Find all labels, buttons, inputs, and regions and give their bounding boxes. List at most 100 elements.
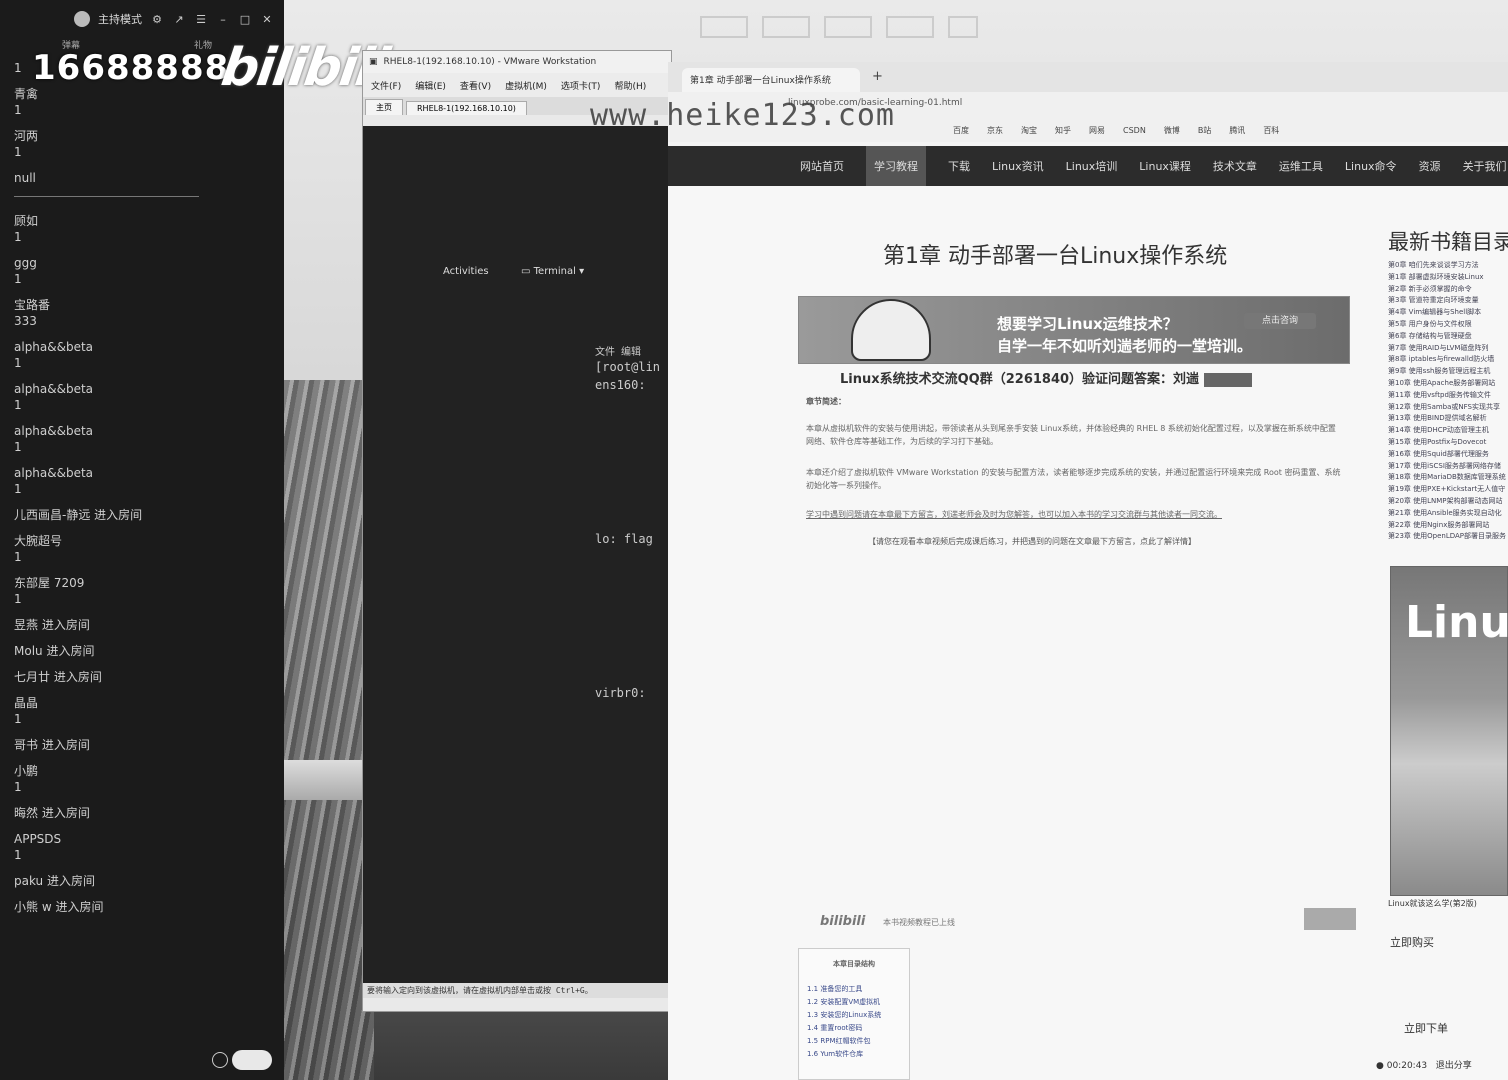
- chat-username[interactable]: 宝路番: [14, 297, 276, 313]
- send-button[interactable]: [232, 1050, 272, 1070]
- menu-vm[interactable]: 虚拟机(M): [505, 79, 547, 92]
- bookmark-item[interactable]: B站: [1198, 125, 1212, 136]
- article-paragraph[interactable]: 学习中遇到问题请在本章最下方留言，刘遄老师会及时为您解答，也可以加入本书的学习交…: [806, 508, 1341, 521]
- tab-vm[interactable]: RHEL8-1(192.168.10.10): [406, 101, 527, 115]
- site-nav-item[interactable]: 下载: [948, 158, 970, 174]
- promo-consult-button[interactable]: 点击咨询: [1244, 313, 1316, 329]
- book-caption[interactable]: Linux就该这么学(第2版): [1388, 898, 1477, 909]
- article-note[interactable]: 【请您在观看本章视频后完成课后练习，并把遇到的问题在文章最下方留言，点此了解详情…: [868, 536, 1196, 547]
- sidebar-chapter-link[interactable]: 第4章 Vim编辑器与Shell脚本: [1388, 307, 1508, 319]
- sidebar-chapter-link[interactable]: 第17章 使用iSCSI服务部署网络存储: [1388, 461, 1508, 473]
- bookmark-item[interactable]: 网易: [1089, 125, 1105, 136]
- chat-username[interactable]: alpha&&beta: [14, 465, 276, 481]
- video-embed[interactable]: bilibili 本书视频教程已上线: [808, 886, 1358, 938]
- menu-icon[interactable]: ☰: [194, 13, 208, 26]
- chat-username[interactable]: 小熊 w 进入房间: [14, 899, 276, 915]
- settings-icon[interactable]: ⚙: [150, 13, 164, 26]
- host-avatar[interactable]: [74, 11, 90, 27]
- tab-home[interactable]: 主页: [365, 99, 403, 115]
- chat-username[interactable]: 晦然 进入房间: [14, 805, 276, 821]
- sidebar-chapter-link[interactable]: 第21章 使用Ansible服务实现自动化: [1388, 508, 1508, 520]
- sidebar-chapter-link[interactable]: 第18章 使用MariaDB数据库管理系统: [1388, 472, 1508, 484]
- site-nav-item[interactable]: 关于我们: [1463, 158, 1507, 174]
- site-nav-item[interactable]: 网站首页: [800, 158, 844, 174]
- sidebar-chapter-link[interactable]: 第11章 使用vsftpd服务传输文件: [1388, 390, 1508, 402]
- sidebar-chapter-link[interactable]: 第23章 使用OpenLDAP部署目录服务: [1388, 531, 1508, 543]
- chat-username[interactable]: 大腕超号: [14, 533, 276, 549]
- toc-item[interactable]: 1.1 准备您的工具: [799, 983, 909, 996]
- video-play-button[interactable]: [1304, 908, 1356, 930]
- site-nav-item[interactable]: 运维工具: [1279, 158, 1323, 174]
- toc-item[interactable]: 1.3 安装您的Linux系统: [799, 1009, 909, 1022]
- gnome-terminal-menu[interactable]: ▭ Terminal ▾: [521, 266, 584, 277]
- sidebar-chapter-link[interactable]: 第22章 使用Nginx服务部署网站: [1388, 520, 1508, 532]
- bookmark-item[interactable]: 百度: [953, 125, 969, 136]
- sidebar-chapter-link[interactable]: 第19章 使用PXE+Kickstart无人值守: [1388, 484, 1508, 496]
- sidebar-chapter-link[interactable]: 第14章 使用DHCP动态管理主机: [1388, 425, 1508, 437]
- sidebar-chapter-link[interactable]: 第3章 管道符重定向环境变量: [1388, 295, 1508, 307]
- vm-console-screen[interactable]: Activities ▭ Terminal ▾ 文件 编辑 [root@lin …: [363, 126, 671, 998]
- promo-banner[interactable]: 想要学习Linux运维技术？ 自学一年不如听刘遄老师的一堂培训。 点击咨询: [798, 296, 1350, 364]
- menu-help[interactable]: 帮助(H): [614, 79, 646, 92]
- chat-username[interactable]: alpha&&beta: [14, 381, 276, 397]
- sidebar-chapter-link[interactable]: 第13章 使用BIND提供域名解析: [1388, 413, 1508, 425]
- chat-username[interactable]: 顾如: [14, 213, 276, 229]
- sidebar-chapter-link[interactable]: 第9章 使用ssh服务管理远程主机: [1388, 366, 1508, 378]
- popout-icon[interactable]: ↗: [172, 13, 186, 26]
- toc-item[interactable]: 1.5 RPM红帽软件包: [799, 1035, 909, 1048]
- chat-username[interactable]: 晶晶: [14, 695, 276, 711]
- sidebar-chapter-link[interactable]: 第15章 使用Postfix与Dovecot: [1388, 437, 1508, 449]
- sidebar-chapter-link[interactable]: 第20章 使用LNMP架构部署动态网站: [1388, 496, 1508, 508]
- book-cover-image[interactable]: Linux: [1390, 566, 1508, 896]
- bookmark-item[interactable]: 京东: [987, 125, 1003, 136]
- menu-edit[interactable]: 编辑(E): [415, 79, 446, 92]
- chat-username[interactable]: 哥书 进入房间: [14, 737, 276, 753]
- sidebar-chapter-link[interactable]: 第8章 iptables与firewalld防火墙: [1388, 354, 1508, 366]
- menu-tabs[interactable]: 选项卡(T): [561, 79, 601, 92]
- chat-username[interactable]: APPSDS: [14, 831, 276, 847]
- minimize-icon[interactable]: –: [216, 13, 230, 26]
- chat-username[interactable]: 东部屋 7209: [14, 575, 276, 591]
- site-nav-item[interactable]: Linux命令: [1345, 158, 1397, 174]
- emoji-icon[interactable]: [212, 1052, 228, 1068]
- maximize-icon[interactable]: □: [238, 13, 252, 26]
- sidebar-chapter-link[interactable]: 第6章 存储结构与管理硬盘: [1388, 331, 1508, 343]
- sidebar-chapter-link[interactable]: 第10章 使用Apache服务部署网站: [1388, 378, 1508, 390]
- sidebar-chapter-link[interactable]: 第7章 使用RAID与LVM磁盘阵列: [1388, 343, 1508, 355]
- chat-username[interactable]: 昱燕 进入房间: [14, 617, 276, 633]
- sidebar-chapter-link[interactable]: 第16章 使用Squid部署代理服务: [1388, 449, 1508, 461]
- sidebar-chapter-link[interactable]: 第12章 使用Samba或NFS实现共享: [1388, 402, 1508, 414]
- close-icon[interactable]: ✕: [260, 13, 274, 26]
- site-nav-item[interactable]: 资源: [1419, 158, 1441, 174]
- chat-username[interactable]: 河两: [14, 128, 276, 144]
- bookmark-item[interactable]: 微博: [1164, 125, 1180, 136]
- sidebar-chapter-link[interactable]: 第2章 新手必须掌握的命令: [1388, 284, 1508, 296]
- chat-username[interactable]: paku 进入房间: [14, 873, 276, 889]
- bookmark-item[interactable]: 腾讯: [1229, 125, 1245, 136]
- exit-share-button[interactable]: 退出分享: [1436, 1061, 1472, 1071]
- site-nav-item[interactable]: 学习教程: [866, 146, 926, 186]
- site-nav-item[interactable]: 技术文章: [1213, 158, 1257, 174]
- chat-username[interactable]: alpha&&beta: [14, 423, 276, 439]
- chat-username[interactable]: Molu 进入房间: [14, 643, 276, 659]
- chat-username[interactable]: 儿西画昌-静远 进入房间: [14, 507, 276, 523]
- toc-item[interactable]: 1.2 安装配置VM虚拟机: [799, 996, 909, 1009]
- site-nav-item[interactable]: Linux资讯: [992, 158, 1044, 174]
- chat-username[interactable]: ggg: [14, 255, 276, 271]
- bookmark-item[interactable]: CSDN: [1123, 126, 1146, 135]
- order-button[interactable]: 立即下单: [1404, 1020, 1448, 1036]
- bookmark-item[interactable]: 淘宝: [1021, 125, 1037, 136]
- chat-username[interactable]: 七月廿 进入房间: [14, 669, 276, 685]
- gnome-activities[interactable]: Activities: [443, 266, 489, 277]
- bookmark-item[interactable]: 知乎: [1055, 125, 1071, 136]
- site-nav-item[interactable]: Linux课程: [1139, 158, 1191, 174]
- menu-file[interactable]: 文件(F): [371, 79, 401, 92]
- chat-username[interactable]: alpha&&beta: [14, 339, 276, 355]
- sidebar-chapter-link[interactable]: 第1章 部署虚拟环境安装Linux: [1388, 272, 1508, 284]
- site-nav-item[interactable]: Linux培训: [1066, 158, 1118, 174]
- new-tab-icon[interactable]: +: [872, 69, 883, 84]
- sidebar-chapter-link[interactable]: 第5章 用户身份与文件权限: [1388, 319, 1508, 331]
- buy-button[interactable]: 立即购买: [1390, 934, 1434, 950]
- menu-view[interactable]: 查看(V): [460, 79, 491, 92]
- chat-username[interactable]: 小鹏: [14, 763, 276, 779]
